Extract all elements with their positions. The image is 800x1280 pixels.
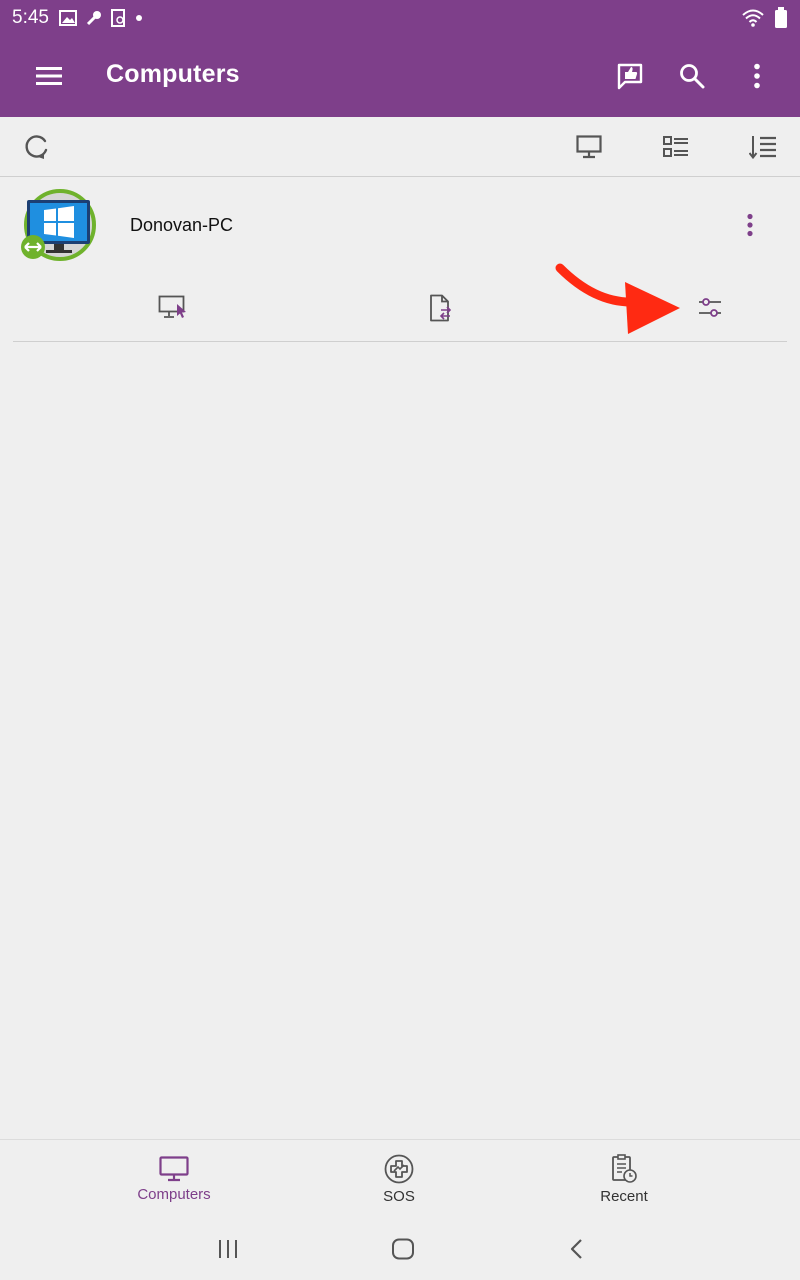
screenshot-search-icon — [110, 9, 125, 27]
wrench-icon — [86, 11, 101, 26]
back-button[interactable] — [557, 1233, 597, 1265]
nav-sos[interactable]: SOS — [299, 1140, 499, 1218]
home-icon — [392, 1238, 414, 1260]
sos-icon — [384, 1154, 414, 1183]
bottom-nav: Computers SOS Recent — [0, 1139, 800, 1217]
toolbar — [0, 117, 800, 177]
monitor-icon — [576, 135, 602, 159]
search-icon — [680, 64, 705, 89]
recent-apps-icon — [219, 1240, 237, 1258]
recent-apps-button[interactable] — [208, 1233, 248, 1265]
wifi-icon — [742, 9, 764, 27]
image-icon — [58, 10, 77, 26]
app-bar: Computers — [0, 36, 800, 117]
remote-control-button[interactable] — [153, 288, 193, 328]
refresh-button[interactable] — [20, 130, 54, 164]
dot-icon — [135, 15, 142, 21]
file-transfer-icon — [430, 294, 452, 322]
more-vert-icon — [747, 213, 753, 237]
list-view-icon — [663, 136, 688, 157]
file-transfer-button[interactable] — [421, 288, 461, 328]
windows-pc-icon — [21, 189, 96, 261]
home-button[interactable] — [383, 1233, 423, 1265]
battery-icon — [775, 7, 787, 28]
monitor-icon — [159, 1155, 189, 1181]
list-view-button[interactable] — [659, 130, 693, 164]
recent-icon — [612, 1153, 637, 1183]
nav-computers-label: Computers — [137, 1185, 211, 1203]
settings-button[interactable] — [690, 288, 730, 328]
system-nav-bar — [0, 1217, 800, 1280]
feedback-button[interactable] — [610, 56, 650, 96]
nav-recent[interactable]: Recent — [524, 1140, 724, 1218]
status-right — [742, 7, 788, 29]
feedback-icon — [617, 63, 643, 90]
nav-sos-label: SOS — [383, 1187, 415, 1205]
screen-view-button[interactable] — [572, 130, 606, 164]
remote-control-icon — [158, 295, 186, 318]
annotation-arrow-icon — [555, 263, 680, 334]
overflow-menu-button[interactable] — [737, 56, 777, 96]
sort-button[interactable] — [746, 130, 780, 164]
computer-more-button[interactable] — [735, 210, 765, 240]
card-divider — [13, 341, 787, 342]
more-vert-icon — [754, 63, 760, 89]
sort-icon — [749, 136, 776, 159]
status-time: 5:45 — [12, 7, 49, 28]
computer-name: Donovan-PC — [130, 215, 234, 235]
settings-sliders-icon — [699, 298, 721, 317]
refresh-icon — [25, 135, 48, 159]
menu-button[interactable] — [29, 56, 69, 96]
status-bar: 5:45 — [0, 0, 800, 36]
computer-avatar — [20, 188, 98, 262]
status-icons — [58, 9, 143, 27]
back-icon — [570, 1239, 582, 1259]
search-button[interactable] — [672, 56, 712, 96]
nav-computers[interactable]: Computers — [74, 1140, 274, 1218]
nav-recent-label: Recent — [600, 1187, 648, 1205]
menu-icon — [36, 67, 62, 85]
page-title: Computers — [106, 60, 240, 88]
